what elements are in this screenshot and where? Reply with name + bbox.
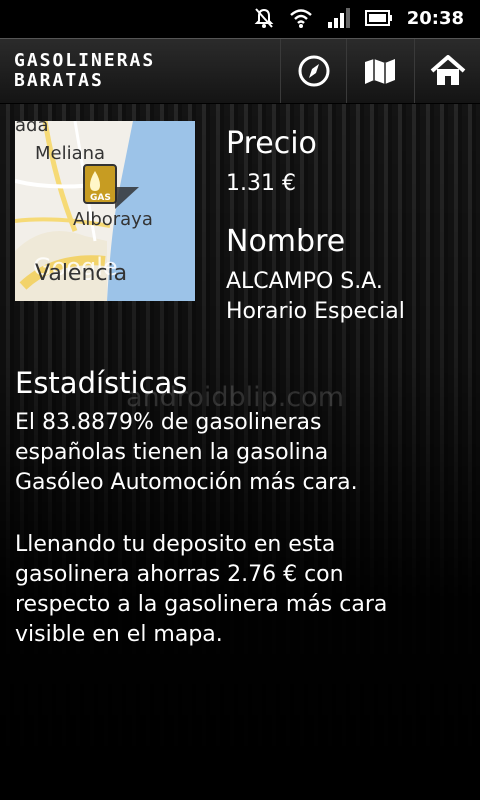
clock: 20:38 (406, 7, 464, 29)
map-icon (365, 59, 395, 84)
battery-icon (364, 10, 392, 26)
station-schedule: Horario Especial (226, 299, 405, 324)
stats-line: respecto a la gasolinera más cara (15, 592, 388, 617)
stats-line: españolas tienen la gasolina (15, 440, 329, 465)
stats-paragraph-2: Llenando tu deposito en esta gasolinera … (15, 530, 465, 650)
muted-bell-icon (254, 8, 274, 28)
wifi-icon (289, 9, 312, 28)
home-button[interactable] (414, 39, 480, 103)
price-label: Precio (226, 126, 317, 161)
app-title: GASOLINERAS BARATAS (14, 51, 155, 91)
status-bar: 20:38 (0, 0, 480, 38)
app-title-line2: BARATAS (14, 70, 104, 91)
app-bar: GASOLINERAS BARATAS (0, 38, 480, 104)
stats-line: gasolinera ahorras 2.76 € con (15, 562, 344, 587)
map-label-alboraya: Alboraya (73, 209, 153, 230)
stats-line: Llenando tu deposito en esta (15, 532, 336, 557)
stats-line: visible en el mapa. (15, 622, 223, 647)
stats-title: Estadísticas (15, 366, 188, 400)
map-label-ada: ada (15, 121, 49, 136)
station-name: ALCAMPO S.A. (226, 269, 383, 294)
map-label-valencia: Valencia (35, 261, 128, 286)
map-thumbnail[interactable]: ada Meliana Alboraya GAS Google Valencia (15, 121, 195, 301)
stats-line: Gasóleo Automoción más cara. (15, 470, 358, 495)
home-icon (430, 55, 466, 85)
compass-icon (298, 55, 330, 87)
compass-button[interactable] (280, 39, 347, 103)
gas-marker-label: GAS (90, 193, 111, 203)
stats-paragraph-1: El 83.8879% de gasolineras españolas tie… (15, 408, 465, 498)
signal-icon (327, 8, 350, 28)
status-icons: 20:38 (253, 7, 464, 29)
map-button[interactable] (346, 39, 413, 103)
name-label: Nombre (226, 224, 346, 259)
stats-line: El 83.8879% de gasolineras (15, 410, 322, 435)
map-label-meliana: Meliana (35, 143, 106, 164)
app-title-line1: GASOLINERAS (14, 50, 156, 71)
price-value: 1.31 € (226, 171, 296, 196)
